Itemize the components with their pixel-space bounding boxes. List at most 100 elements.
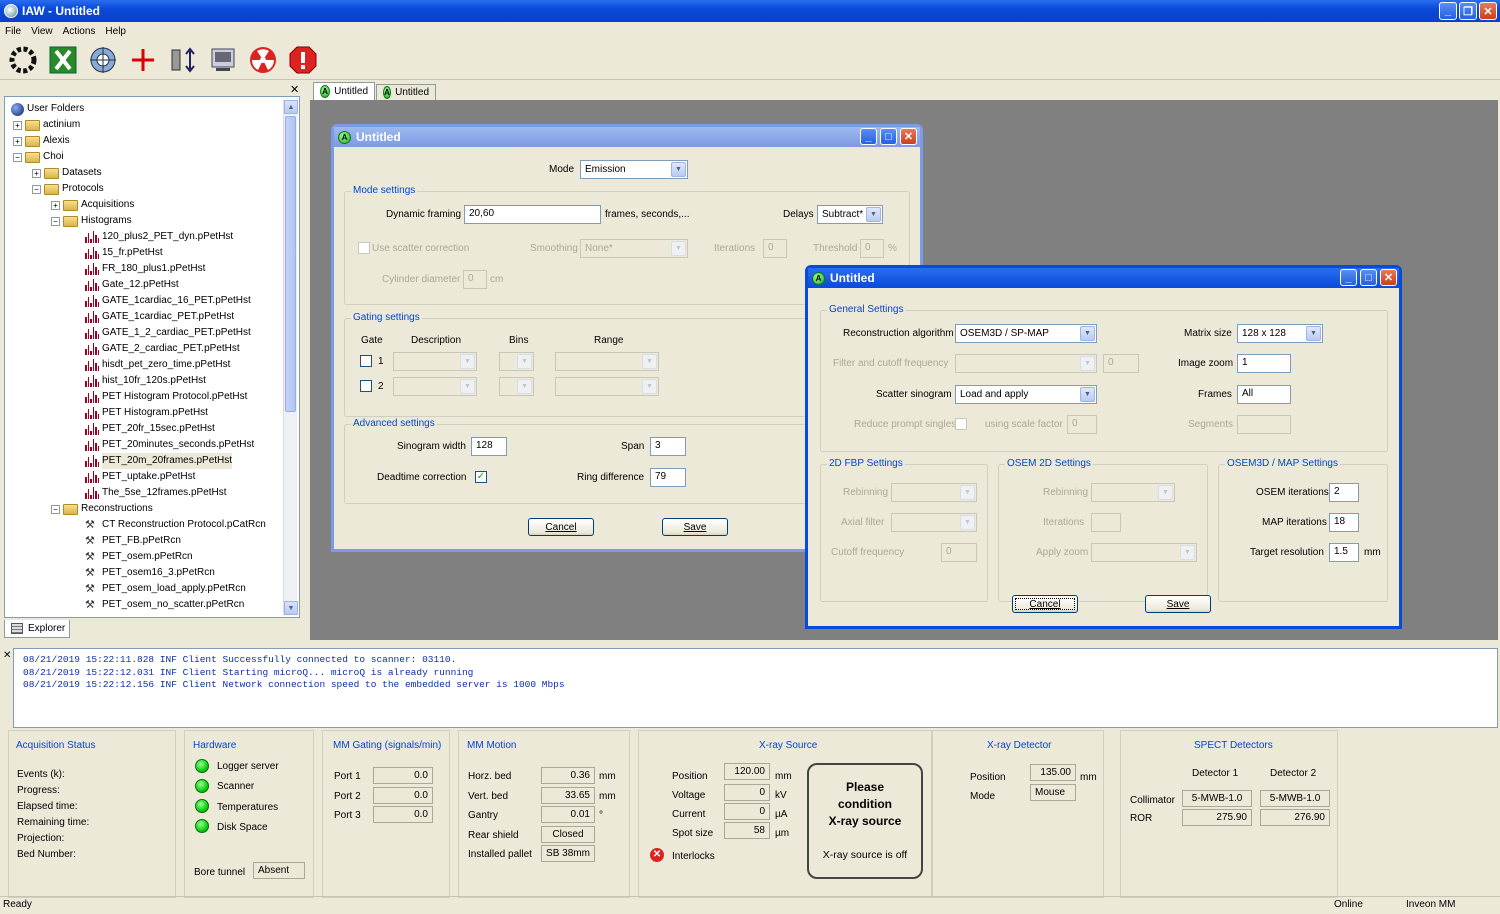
- dialog-maximize-button[interactable]: □: [1360, 269, 1377, 286]
- mode-select[interactable]: Emission ▼: [580, 160, 688, 179]
- fbp-cutoff-input[interactable]: 0: [941, 543, 977, 562]
- tree-item-histogram[interactable]: Gate_12.pPetHst: [85, 277, 179, 293]
- scroll-thumb[interactable]: [285, 116, 296, 412]
- close-button[interactable]: ✕: [1479, 2, 1497, 20]
- menu-help[interactable]: Help: [105, 26, 126, 37]
- dialog-maximize-button[interactable]: □: [880, 128, 897, 145]
- expand-icon[interactable]: +: [51, 200, 60, 210]
- gate-1-bins-select[interactable]: ▼: [499, 352, 534, 371]
- tree-item-histogram[interactable]: The_5se_12frames.pPetHst: [85, 485, 227, 501]
- gate-2-checkbox[interactable]: [360, 380, 372, 392]
- osem-iterations-input[interactable]: 2: [1329, 483, 1359, 502]
- cancel-button[interactable]: Cancel: [528, 518, 594, 536]
- dialog-close-button[interactable]: ✕: [1380, 269, 1397, 286]
- expand-icon[interactable]: +: [32, 168, 41, 178]
- bed-move-icon[interactable]: [166, 43, 200, 77]
- tab-untitled-1[interactable]: A Untitled: [313, 82, 375, 100]
- frames-input[interactable]: All: [1237, 385, 1291, 404]
- dialog-minimize-button[interactable]: _: [860, 128, 877, 145]
- tree-item-histogram[interactable]: PET_uptake.pPetHst: [85, 469, 195, 485]
- menu-view[interactable]: View: [31, 26, 53, 37]
- dialog-close-button[interactable]: ✕: [900, 128, 917, 145]
- tree-folder-acquisitions[interactable]: + Acquisitions: [51, 197, 134, 213]
- tree-item-histogram[interactable]: GATE_1cardiac_PET.pPetHst: [85, 309, 234, 325]
- tab-untitled-2[interactable]: A Untitled: [376, 84, 436, 100]
- cancel-button[interactable]: Cancel: [1012, 595, 1078, 613]
- image-zoom-input[interactable]: 1: [1237, 354, 1291, 373]
- expand-icon[interactable]: +: [13, 136, 22, 146]
- tree-item-histogram[interactable]: GATE_1cardiac_16_PET.pPetHst: [85, 293, 251, 309]
- explorer-close-icon[interactable]: ✕: [290, 83, 299, 96]
- stop-icon[interactable]: [286, 43, 320, 77]
- xray-condition-button[interactable]: Please condition X-ray source X-ray sour…: [807, 763, 923, 879]
- tree-item-histogram[interactable]: PET_20minutes_seconds.pPetHst: [85, 437, 254, 453]
- expand-icon[interactable]: +: [13, 120, 22, 130]
- tree-folder-protocols[interactable]: − Protocols: [32, 181, 104, 197]
- tree-item-histogram[interactable]: 15_fr.pPetHst: [85, 245, 163, 261]
- span-input[interactable]: 3: [650, 437, 686, 456]
- tree-folder-datasets[interactable]: + Datasets: [32, 165, 101, 181]
- segments-input[interactable]: [1237, 415, 1291, 434]
- tree-item-histogram[interactable]: FR_180_plus1.pPetHst: [85, 261, 205, 277]
- restore-button[interactable]: ❐: [1459, 2, 1477, 20]
- tree-item-histogram[interactable]: hisdt_pet_zero_time.pPetHst: [85, 357, 230, 373]
- smoothing-select[interactable]: None* ▼: [580, 239, 688, 258]
- save-button[interactable]: Save: [1145, 595, 1211, 613]
- scroll-down-icon[interactable]: ▼: [284, 601, 298, 615]
- tree-root-user-folders[interactable]: User Folders: [11, 101, 84, 117]
- matrix-size-select[interactable]: 128 x 128 ▼: [1237, 324, 1323, 343]
- gate-2-range-select[interactable]: ▼: [555, 377, 659, 396]
- fbp-rebinning-select[interactable]: ▼: [891, 483, 977, 502]
- target-icon[interactable]: [86, 43, 120, 77]
- tree-item-reconstruction[interactable]: ⚒ PET_osem_no_scatter.pPetRcn: [85, 597, 244, 613]
- scatter-correction-checkbox[interactable]: [358, 242, 370, 254]
- gate-2-bins-select[interactable]: ▼: [499, 377, 534, 396]
- tree-item-histogram[interactable]: PET_20m_20frames.pPetHst: [85, 453, 233, 469]
- tree-item-histogram[interactable]: PET Histogram Protocol.pPetHst: [85, 389, 247, 405]
- menu-file[interactable]: File: [5, 26, 21, 37]
- radiation-icon[interactable]: [246, 43, 280, 77]
- osem2d-iterations-input[interactable]: [1091, 513, 1121, 532]
- explorer-tab[interactable]: Explorer: [4, 620, 70, 638]
- cylinder-diameter-input[interactable]: 0: [463, 270, 487, 289]
- tree-item-histogram[interactable]: GATE_2_cardiac_PET.pPetHst: [85, 341, 240, 357]
- reconstruction-algorithm-select[interactable]: OSEM3D / SP-MAP ▼: [955, 324, 1097, 343]
- gate-1-range-select[interactable]: ▼: [555, 352, 659, 371]
- tree-folder-choi[interactable]: − Choi: [13, 149, 64, 165]
- tree-item-histogram[interactable]: PET_20fr_15sec.pPetHst: [85, 421, 215, 437]
- axial-filter-select[interactable]: ▼: [891, 513, 977, 532]
- dynamic-framing-input[interactable]: 20,60: [464, 205, 601, 224]
- excel-export-icon[interactable]: [46, 43, 80, 77]
- minimize-button[interactable]: _: [1439, 2, 1457, 20]
- tree-folder-reconstructions[interactable]: − Reconstructions: [51, 501, 153, 517]
- tree-item-reconstruction[interactable]: ⚒ CT Reconstruction Protocol.pCatRcn: [85, 517, 266, 533]
- threshold-input[interactable]: 0: [860, 239, 884, 258]
- tree-folder-histograms[interactable]: − Histograms: [51, 213, 132, 229]
- cutoff-frequency-input[interactable]: 0: [1103, 354, 1139, 373]
- reduce-prompt-singles-checkbox[interactable]: [955, 418, 967, 430]
- collapse-icon[interactable]: −: [51, 216, 60, 226]
- map-iterations-input[interactable]: 18: [1329, 513, 1359, 532]
- tree-folder-alexis[interactable]: + Alexis: [13, 133, 70, 149]
- scatter-sinogram-select[interactable]: Load and apply ▼: [955, 385, 1097, 404]
- gate-1-description-select[interactable]: ▼: [393, 352, 477, 371]
- dialog-minimize-button[interactable]: _: [1340, 269, 1357, 286]
- collapse-icon[interactable]: −: [51, 504, 60, 514]
- log-close-icon[interactable]: ✕: [3, 650, 11, 661]
- tree-item-reconstruction[interactable]: ⚒ PET_FB.pPetRcn: [85, 533, 181, 549]
- explorer-scrollbar[interactable]: ▲ ▼: [283, 100, 298, 615]
- scroll-up-icon[interactable]: ▲: [284, 100, 298, 114]
- gate-1-checkbox[interactable]: [360, 355, 372, 367]
- osem2d-rebinning-select[interactable]: ▼: [1091, 483, 1175, 502]
- apply-zoom-select[interactable]: ▼: [1091, 543, 1197, 562]
- acquire-ring-icon[interactable]: [6, 43, 40, 77]
- menu-actions[interactable]: Actions: [63, 26, 96, 37]
- sinogram-width-input[interactable]: 128: [471, 437, 507, 456]
- monitor-icon[interactable]: [206, 43, 240, 77]
- tree-item-histogram[interactable]: hist_10fr_120s.pPetHst: [85, 373, 206, 389]
- tree-folder-actinium[interactable]: + actinium: [13, 117, 80, 133]
- filter-select[interactable]: ▼: [955, 354, 1097, 373]
- collapse-icon[interactable]: −: [32, 184, 41, 194]
- delays-select[interactable]: Subtract* ▼: [817, 205, 883, 224]
- tree-item-histogram[interactable]: GATE_1_2_cardiac_PET.pPetHst: [85, 325, 251, 341]
